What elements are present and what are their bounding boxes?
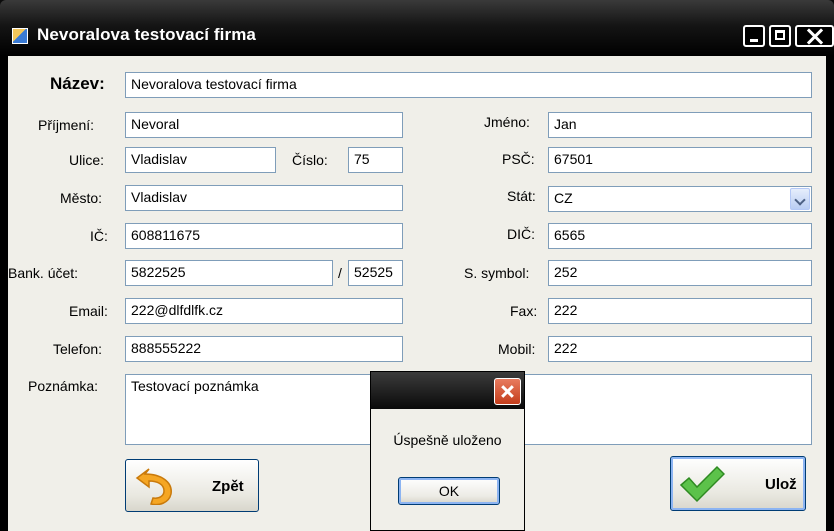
mesto-label: Město: <box>60 190 103 206</box>
window-title: Nevoralova testovací firma <box>37 25 256 44</box>
mobil-label: Mobil: <box>498 341 536 357</box>
checkmark-icon <box>679 465 725 503</box>
nazev-field[interactable]: Nevoralova testovací firma <box>125 72 812 98</box>
ic-label: IČ: <box>90 228 108 244</box>
stat-select[interactable]: CZ <box>548 186 812 212</box>
dialog-title-bar[interactable] <box>371 372 524 409</box>
back-button-label: Zpět <box>212 478 244 495</box>
email-field[interactable]: 222@dlfdlfk.cz <box>125 298 403 324</box>
poznamka-label: Poznámka: <box>28 378 99 394</box>
minimize-button[interactable] <box>743 25 765 47</box>
bank-slash: / <box>338 265 342 281</box>
ulice-field[interactable]: Vladislav <box>125 147 276 173</box>
app-icon[interactable] <box>12 28 28 44</box>
cislo-field[interactable]: 75 <box>348 147 403 173</box>
dialog-message: Úspešně uloženo <box>393 432 502 448</box>
jmeno-label: Jméno: <box>484 114 530 130</box>
message-dialog: Úspešně uloženo OK <box>370 371 525 531</box>
psc-label: PSČ: <box>502 151 535 167</box>
stat-label: Stát: <box>507 188 536 204</box>
prijmeni-label: Příjmení: <box>38 117 95 133</box>
ulice-label: Ulice: <box>69 152 105 168</box>
close-button[interactable] <box>795 25 834 47</box>
fax-field[interactable]: 222 <box>548 298 812 324</box>
prijmeni-field[interactable]: Nevoral <box>125 112 403 138</box>
back-button[interactable]: Zpět <box>125 459 259 512</box>
dic-label: DIČ: <box>507 226 535 242</box>
chevron-down-icon[interactable] <box>790 188 810 210</box>
bank-label: Bank. účet: <box>8 265 79 281</box>
main-window: Nevoralova testovací firma Název: Nevora… <box>0 0 834 531</box>
ok-button[interactable]: OK <box>398 477 500 505</box>
back-arrow-icon <box>135 468 172 505</box>
cislo-label: Číslo: <box>292 152 328 168</box>
jmeno-field[interactable]: Jan <box>548 112 812 138</box>
telefon-label: Telefon: <box>53 341 103 357</box>
bank-code-field[interactable]: 52525 <box>348 260 403 286</box>
mesto-field[interactable]: Vladislav <box>125 185 403 211</box>
maximize-button[interactable] <box>769 25 791 47</box>
ic-field[interactable]: 608811675 <box>125 223 403 249</box>
dialog-close-icon[interactable] <box>494 378 521 405</box>
nazev-label: Název: <box>50 74 105 93</box>
email-label: Email: <box>69 303 108 319</box>
telefon-field[interactable]: 888555222 <box>125 336 403 362</box>
save-button[interactable]: Ulož <box>670 456 806 511</box>
psc-field[interactable]: 67501 <box>548 147 812 173</box>
fax-label: Fax: <box>510 303 538 319</box>
mobil-field[interactable]: 222 <box>548 336 812 362</box>
dic-field[interactable]: 6565 <box>548 223 812 249</box>
ssymbol-field[interactable]: 252 <box>548 260 812 286</box>
ssymbol-label: S. symbol: <box>464 265 530 281</box>
bank-account-field[interactable]: 5822525 <box>125 260 333 286</box>
title-bar[interactable]: Nevoralova testovací firma <box>0 0 834 56</box>
stat-value: CZ <box>554 190 573 206</box>
save-button-label: Ulož <box>765 476 797 493</box>
